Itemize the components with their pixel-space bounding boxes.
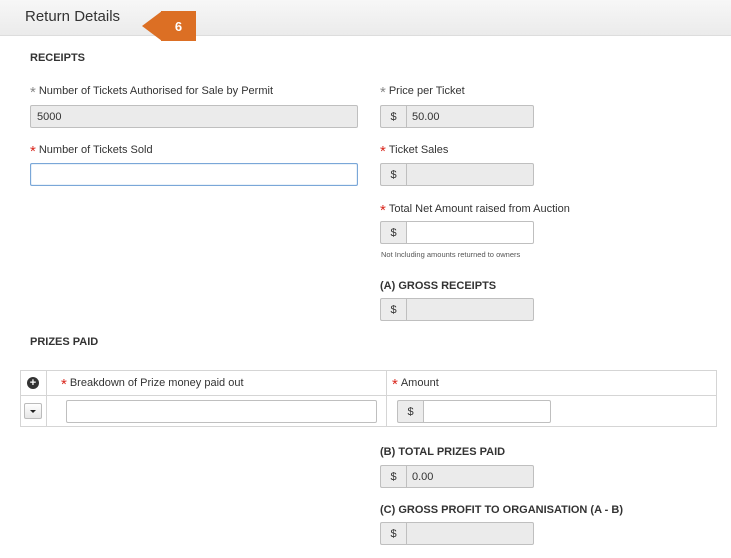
column-divider [46, 371, 47, 426]
step-callout: 6 [142, 11, 196, 41]
prize-amount-input[interactable]: $ [397, 400, 551, 423]
auction-input[interactable]: $ [380, 221, 534, 244]
currency-symbol: $ [380, 522, 406, 545]
gross-receipts-value [406, 298, 534, 321]
tickets-authorised-label: * Number of Tickets Authorised for Sale b… [30, 84, 273, 101]
tickets-authorised-field: 5000 [30, 105, 358, 128]
required-asterisk-icon: * [380, 202, 386, 219]
price-per-ticket-label: * Price per Ticket [380, 84, 465, 101]
row-menu-dropdown-button[interactable] [24, 403, 42, 419]
amount-column-header: * Amount [392, 376, 439, 393]
section-header: Return Details [0, 0, 731, 36]
gross-receipts-label: (A) GROSS RECEIPTS [380, 280, 497, 292]
tickets-sold-label: * Number of Tickets Sold [30, 143, 153, 160]
gross-profit-value [406, 522, 534, 545]
currency-symbol: $ [380, 221, 406, 244]
currency-symbol: $ [380, 465, 406, 488]
tickets-sold-input[interactable] [30, 163, 358, 186]
currency-symbol: $ [397, 400, 423, 423]
breakdown-column-header: * Breakdown of Prize money paid out [61, 376, 244, 393]
currency-symbol: $ [380, 105, 406, 128]
required-asterisk-icon: * [30, 143, 36, 160]
prize-amount-value[interactable] [423, 400, 551, 423]
required-asterisk-icon: * [392, 376, 398, 393]
gross-profit-field: $ [380, 522, 534, 545]
gross-profit-label: (C) GROSS PROFIT TO ORGANISATION (A - B) [380, 504, 624, 516]
receipts-heading: RECEIPTS [30, 52, 86, 64]
ticket-sales-label: * Ticket Sales [380, 143, 449, 160]
optional-asterisk-icon: * [30, 84, 36, 101]
auction-label: * Total Net Amount raised from Auction [380, 202, 570, 219]
price-per-ticket-field: $ 50.00 [380, 105, 534, 128]
currency-symbol: $ [380, 163, 406, 186]
auction-value[interactable] [406, 221, 534, 244]
currency-symbol: $ [380, 298, 406, 321]
auction-note: Not Including amounts returned to owners [381, 250, 521, 259]
prize-table: + * Breakdown of Prize money paid out * Am… [20, 370, 717, 427]
callout-arrow-icon [142, 11, 162, 41]
optional-asterisk-icon: * [380, 84, 386, 101]
required-asterisk-icon: * [380, 143, 386, 160]
ticket-sales-field: $ [380, 163, 534, 186]
total-prizes-field: $ 0.00 [380, 465, 534, 488]
column-divider [386, 371, 387, 426]
required-asterisk-icon: * [61, 376, 67, 393]
add-row-icon[interactable]: + [27, 377, 39, 389]
total-prizes-value: 0.00 [406, 465, 534, 488]
gross-receipts-field: $ [380, 298, 534, 321]
ticket-sales-value [406, 163, 534, 186]
price-per-ticket-value: 50.00 [406, 105, 534, 128]
section-title: Return Details [25, 8, 121, 25]
prizes-heading: PRIZES PAID [30, 336, 99, 348]
prize-breakdown-input[interactable] [66, 400, 377, 423]
step-badge: 6 [161, 11, 196, 41]
total-prizes-label: (B) TOTAL PRIZES PAID [380, 446, 506, 458]
